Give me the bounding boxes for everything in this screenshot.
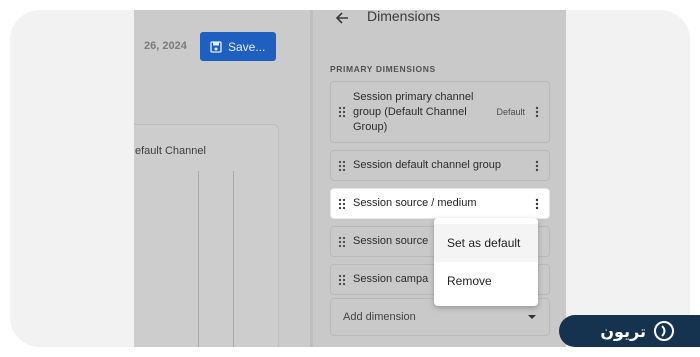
more-vert-icon[interactable] [529, 160, 545, 172]
drag-handle-icon[interactable] [331, 106, 353, 118]
drag-handle-icon[interactable] [331, 274, 353, 286]
drag-handle-icon[interactable] [331, 236, 353, 248]
save-button-label: Save... [228, 39, 266, 54]
date-range-text: 26, 2024 [144, 40, 187, 52]
more-vert-icon[interactable] [529, 106, 545, 118]
dropdown-caret-icon [528, 315, 536, 319]
dimension-row[interactable]: Session primary channel group (Default C… [330, 81, 550, 143]
drag-handle-icon[interactable] [331, 160, 353, 172]
save-button[interactable]: Save... [200, 32, 276, 61]
dimension-row[interactable]: Session default channel group [330, 150, 550, 181]
chart-title: efault Channel [135, 145, 206, 157]
dimension-label: Session default channel group [353, 159, 501, 171]
logo-text: تریون [600, 321, 646, 341]
chart-gridline [198, 171, 199, 347]
panel-title: Dimensions [367, 10, 441, 24]
save-icon [210, 40, 222, 53]
dimension-label: Session primary channel group (Default C… [353, 90, 474, 133]
pane-divider [310, 10, 313, 347]
brand-logo: تریون [559, 315, 700, 347]
context-menu: Set as default Remove [434, 218, 538, 306]
logo-mark-icon [654, 321, 674, 341]
drag-handle-icon[interactable] [331, 198, 353, 210]
back-arrow-icon[interactable] [334, 10, 350, 26]
section-label: PRIMARY DIMENSIONS [330, 64, 436, 74]
dimension-label: Session source / medium [353, 197, 477, 209]
chart-card: efault Channel [134, 124, 279, 347]
more-vert-icon[interactable] [529, 198, 545, 210]
report-area: 26, 2024 Save... efault Channel [134, 10, 310, 347]
default-badge: Default [496, 107, 525, 117]
menu-item-remove[interactable]: Remove [434, 262, 538, 300]
menu-item-set-as-default[interactable]: Set as default [434, 224, 538, 262]
chart-gridline [233, 171, 234, 347]
dimension-row-selected[interactable]: Session source / medium [330, 188, 550, 219]
add-dimension-label: Add dimension [343, 311, 416, 323]
